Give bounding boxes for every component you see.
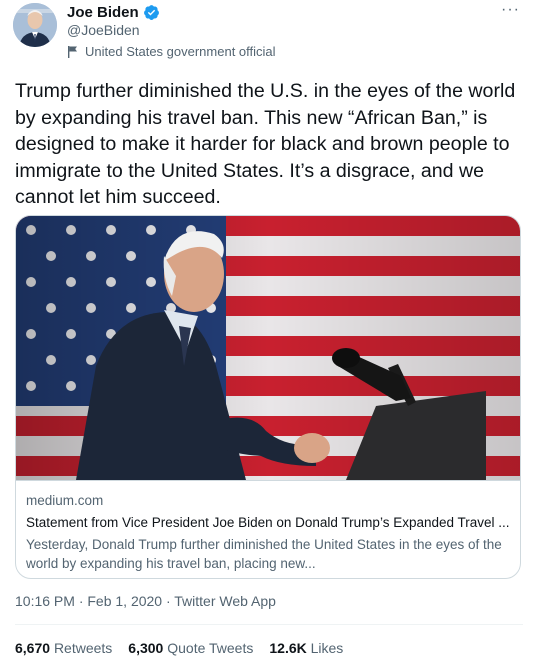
name-row: Joe Biden	[67, 4, 160, 21]
verified-badge-icon	[143, 4, 160, 21]
retweets-label: Retweets	[53, 640, 113, 656]
quote-tweets-label: Quote Tweets	[167, 640, 254, 656]
divider	[15, 624, 523, 625]
account-label: United States government official	[67, 44, 276, 59]
card-body: medium.com Statement from Vice President…	[16, 480, 520, 578]
link-card[interactable]: medium.com Statement from Vice President…	[15, 215, 521, 579]
avatar[interactable]	[13, 3, 57, 47]
card-domain: medium.com	[26, 493, 104, 508]
quote-tweets-count: 6,300	[128, 640, 164, 656]
retweets-count: 6,670	[15, 640, 51, 656]
card-description: Yesterday, Donald Trump further diminish…	[26, 537, 502, 571]
tweet-timestamp[interactable]: 10:16 PM · Feb 1, 2020 · Twitter Web App	[15, 593, 276, 609]
tweet: Joe Biden @JoeBiden United States govern…	[0, 0, 538, 666]
card-title: Statement from Vice President Joe Biden …	[26, 515, 510, 530]
retweets-stat[interactable]: 6,670 Retweets	[15, 640, 112, 656]
avatar-image	[13, 3, 57, 47]
likes-label: Likes	[310, 640, 344, 656]
likes-count: 12.6K	[269, 640, 307, 656]
display-name[interactable]: Joe Biden	[67, 4, 139, 21]
account-label-text: United States government official	[85, 44, 276, 59]
tweet-text: Trump further diminished the U.S. in the…	[15, 80, 516, 208]
more-options-button[interactable]: ···	[501, 2, 520, 18]
quote-tweets-stat[interactable]: 6,300 Quote Tweets	[128, 640, 253, 656]
flag-icon	[67, 45, 79, 58]
engagement-stats: 6,670 Retweets 6,300 Quote Tweets 12.6K …	[15, 640, 343, 656]
card-image	[16, 216, 520, 480]
user-handle[interactable]: @JoeBiden	[67, 22, 140, 38]
likes-stat[interactable]: 12.6K Likes	[269, 640, 343, 656]
